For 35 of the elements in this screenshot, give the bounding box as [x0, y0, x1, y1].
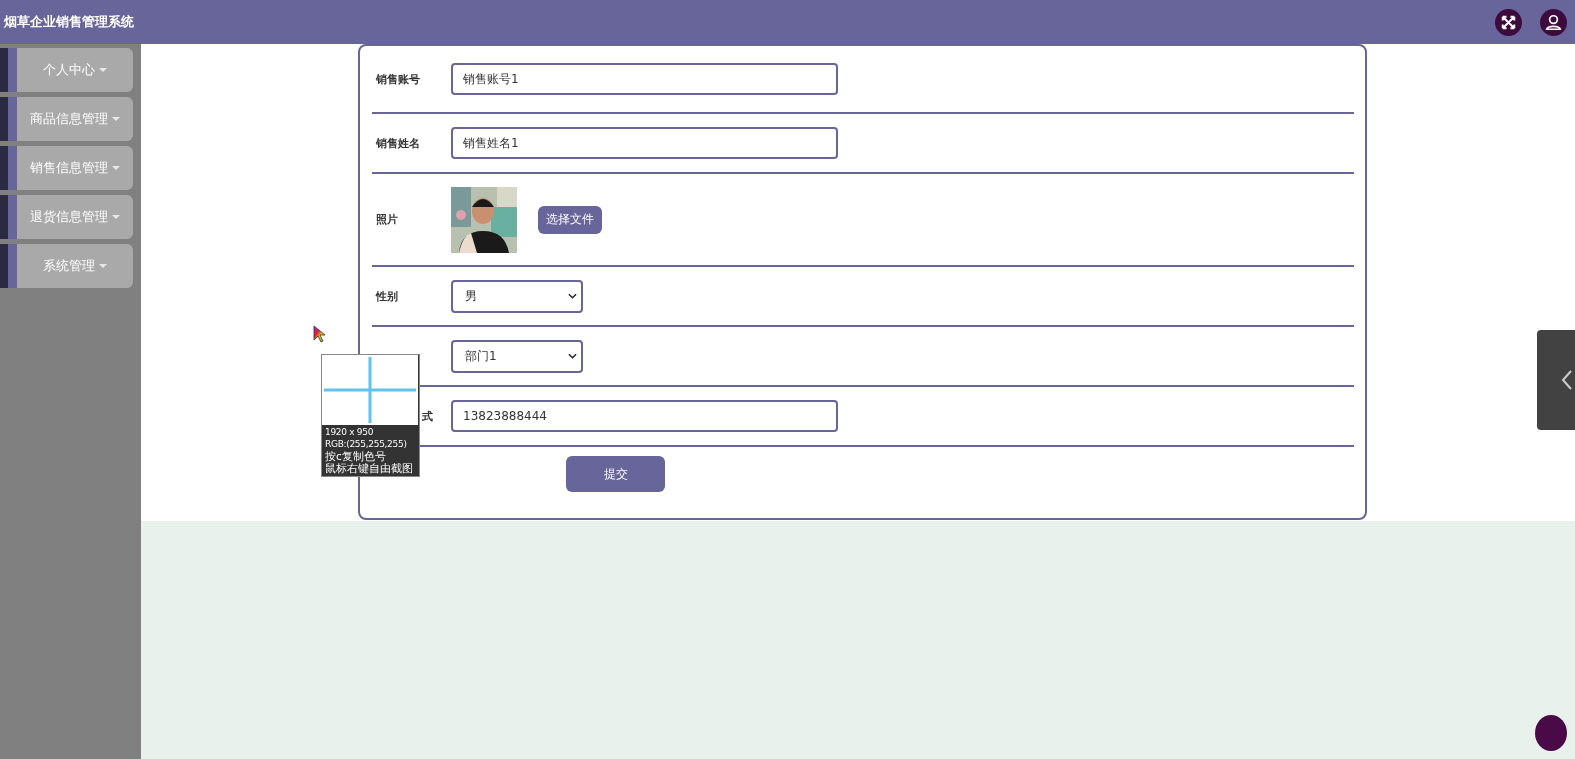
- field-label: 照片: [376, 212, 398, 227]
- hint-text: 按c复制色号: [325, 450, 387, 462]
- fullscreen-icon[interactable]: [1495, 8, 1522, 36]
- caret-icon: [112, 214, 120, 220]
- menu-accent-bar: [0, 244, 17, 288]
- chevron-down-icon: [568, 353, 577, 359]
- caret-icon: [99, 67, 107, 73]
- field-label: 式: [422, 408, 433, 424]
- field-label: 销售姓名: [376, 135, 420, 151]
- user-icon[interactable]: [1540, 8, 1567, 36]
- chevron-left-icon: [1561, 369, 1573, 391]
- menu-accent-bar: [0, 97, 17, 141]
- text-field[interactable]: 13823888444: [451, 400, 838, 432]
- caret-icon: [112, 165, 120, 171]
- caret-icon: [112, 116, 120, 122]
- cursor-icon: [313, 325, 327, 343]
- text-field[interactable]: 销售姓名1: [451, 127, 838, 159]
- image-size-text: 1920 x 950: [325, 426, 375, 438]
- app-title: 烟草企业销售管理系统: [4, 13, 134, 31]
- chevron-down-icon: [568, 293, 577, 299]
- field-label: 性别: [376, 288, 398, 304]
- submit-button[interactable]: 提交: [566, 456, 665, 492]
- floating-button-icon[interactable]: [1535, 715, 1567, 751]
- rgb-value-text: RGB:(255,255,255): [325, 438, 408, 450]
- field-label: 销售账号: [376, 71, 420, 87]
- menu-accent-bar: [0, 48, 17, 92]
- choose-file-button[interactable]: 选择文件: [538, 205, 602, 234]
- menu-accent-bar: [0, 195, 17, 239]
- caret-icon: [99, 263, 107, 269]
- crosshair-icon: [322, 355, 418, 425]
- hint-text: 鼠标右键自由截图: [325, 462, 414, 474]
- menu-accent-bar: [0, 146, 17, 190]
- text-field[interactable]: 销售账号1: [451, 63, 838, 95]
- select-field[interactable]: 部门1: [451, 339, 583, 373]
- select-field[interactable]: 男: [451, 279, 583, 313]
